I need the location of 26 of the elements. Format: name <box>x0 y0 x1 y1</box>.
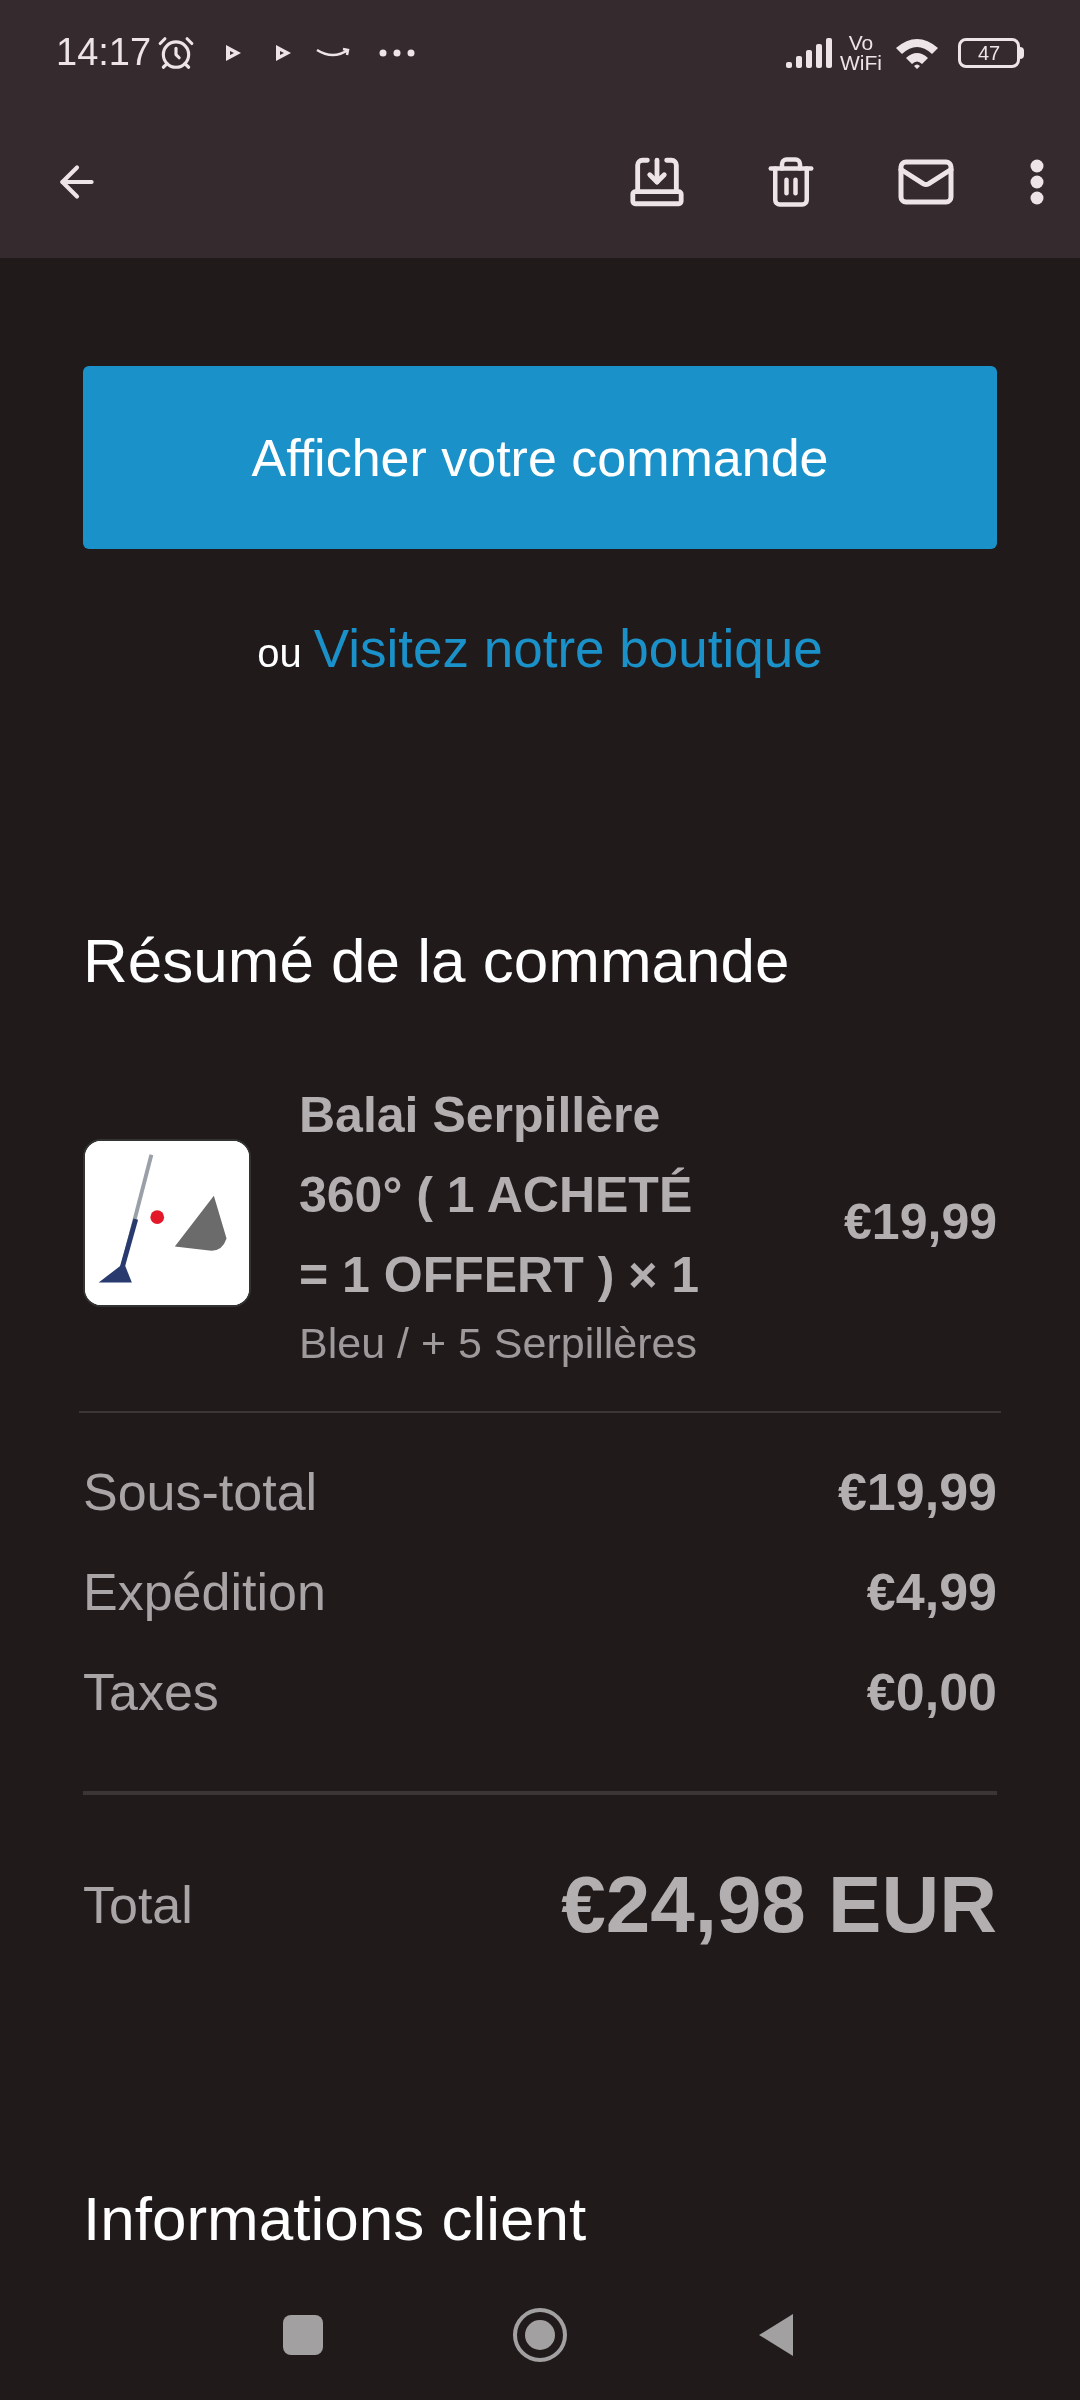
more-options-button[interactable] <box>1030 158 1044 205</box>
recents-button[interactable] <box>283 2315 323 2355</box>
more-options-icon <box>1030 158 1044 205</box>
product-title: Balai Serpillère 360° ( 1 ACHETÉ = 1 OFFERT ) × 1 <box>299 1085 701 1305</box>
summary-value: €0,00 <box>866 1661 997 1723</box>
home-button[interactable] <box>513 2308 567 2362</box>
summary-value: €4,99 <box>866 1561 997 1623</box>
total-value: €24,98 EUR <box>561 1858 997 1951</box>
status-time: 14:17 <box>56 30 152 75</box>
shop-link[interactable]: Visitez notre boutique <box>313 609 823 689</box>
summary-label: Sous-total <box>83 1461 318 1523</box>
summary-label: Expédition <box>83 1561 326 1623</box>
summary-value: €19,99 <box>837 1461 997 1523</box>
product-price: €19,99 <box>844 1193 997 1253</box>
product-variant: Bleu / + 5 Serpillères <box>299 1317 698 1369</box>
view-order-button[interactable]: Afficher votre commande <box>83 366 997 549</box>
more-dots-icon <box>379 48 416 57</box>
network-label: Vo <box>848 32 874 53</box>
signal-icon <box>786 37 834 68</box>
total-label: Total <box>83 1874 193 1936</box>
section-title: Résumé de la commande <box>83 926 791 995</box>
section-title: Informations client <box>83 2184 588 2253</box>
battery-indicator: 47 <box>958 37 1020 68</box>
or-text: ou <box>257 630 302 677</box>
network-label: WiFi <box>840 52 882 73</box>
summary-label: Taxes <box>83 1661 219 1723</box>
